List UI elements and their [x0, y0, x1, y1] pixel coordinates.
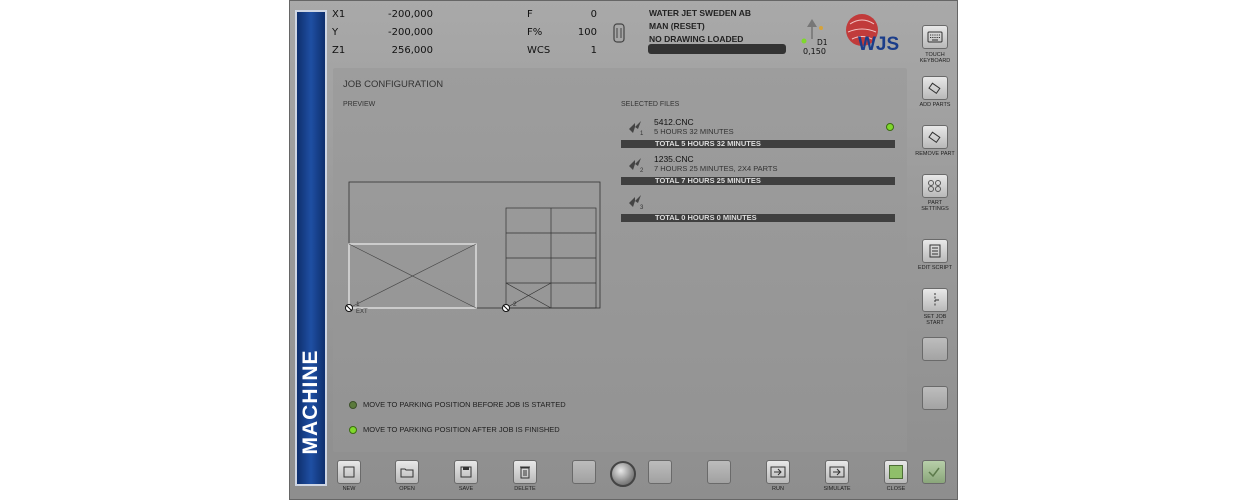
wcs-label: WCS — [527, 45, 551, 56]
feed-label: F — [527, 9, 533, 20]
bottom-blank-button-2[interactable] — [648, 460, 672, 484]
wcs-value: 1 — [590, 45, 597, 56]
park-before-led[interactable] — [349, 401, 357, 409]
status-mode: MAN (RESET) — [649, 21, 705, 31]
remove-part-button[interactable] — [922, 125, 948, 149]
axis-y-value: -200,000 — [388, 27, 433, 38]
job-configuration-panel: JOB CONFIGURATION PREVIEW SELECTED FILES — [333, 68, 907, 452]
status-file-icon — [613, 23, 625, 43]
status-progress-bar — [648, 44, 786, 54]
right-blank-button-2[interactable] — [922, 386, 948, 410]
file-1-total: TOTAL 5 HOURS 32 MINUTES — [621, 140, 895, 148]
edit-script-button[interactable] — [922, 239, 948, 263]
file-1-index: 1 — [640, 131, 644, 137]
run-button[interactable] — [766, 460, 790, 484]
set-job-start-label-2: START — [926, 320, 944, 326]
park-after-led[interactable] — [349, 426, 357, 434]
close-button[interactable] — [884, 460, 908, 484]
part-settings-button[interactable] — [922, 174, 948, 198]
edit-script-label: EDIT SCRIPT — [917, 265, 953, 271]
origin-2-number: 2 — [513, 301, 517, 308]
confirm-button[interactable] — [922, 460, 946, 484]
touch-keyboard-label-2: KEYBOARD — [919, 58, 951, 64]
part-settings-icon — [928, 180, 941, 192]
remove-part-label: REMOVE PART — [915, 151, 955, 157]
run-arrow-icon — [770, 466, 786, 478]
axis-z1-value: 256,000 — [391, 45, 433, 56]
save-icon — [460, 466, 472, 478]
origin-1-ext: EXT — [356, 309, 368, 315]
wjs-logo: WJS — [846, 14, 899, 55]
file-2-info: 7 HOURS 25 MINUTES, 2X4 PARTS — [654, 164, 778, 173]
keyboard-icon — [927, 31, 943, 43]
sidebar-machine-tab[interactable]: MACHINE — [295, 10, 327, 486]
file-1-info: 5 HOURS 32 MINUTES — [654, 127, 734, 136]
simulate-arrow-icon — [829, 466, 845, 478]
axis-x1-label: X1 — [332, 9, 346, 20]
set-job-start-button[interactable] — [922, 288, 948, 312]
add-parts-label: ADD PARTS — [919, 102, 951, 108]
file-2-total: TOTAL 7 HOURS 25 MINUTES — [621, 177, 895, 185]
status-drawing: NO DRAWING LOADED — [649, 34, 744, 44]
file-3-index: 3 — [640, 205, 644, 211]
file-slot-3[interactable]: 3 TOTAL 0 HOURS 0 MINUTES — [621, 191, 896, 223]
selected-files-label: SELECTED FILES — [621, 101, 680, 108]
save-button[interactable] — [454, 460, 478, 484]
new-icon — [343, 466, 355, 478]
check-icon — [928, 467, 940, 478]
preview-label: PREVIEW — [343, 101, 376, 108]
folder-open-icon — [400, 468, 414, 478]
delete-button[interactable] — [513, 460, 537, 484]
trash-icon — [520, 466, 530, 479]
file-slot-1[interactable]: 1 5412.CNC 5 HOURS 32 MINUTES TOTAL 5 HO… — [621, 117, 896, 149]
logo-text: WJS — [858, 34, 899, 55]
origin-1-number: 1 — [356, 301, 360, 308]
feed-percent-value: 100 — [577, 27, 597, 38]
file-1-active-led — [886, 123, 894, 131]
file-slot-2[interactable]: 2 1235.CNC 7 HOURS 25 MINUTES, 2X4 PARTS… — [621, 154, 896, 186]
page-title: JOB CONFIGURATION — [343, 79, 444, 90]
close-label: CLOSE — [886, 486, 906, 492]
park-after-option[interactable]: MOVE TO PARKING POSITION AFTER JOB IS FI… — [363, 425, 560, 434]
axis-y-label: Y — [332, 27, 339, 38]
right-blank-button-1[interactable] — [922, 337, 948, 361]
head-name: D1 — [817, 38, 828, 47]
script-icon — [929, 244, 941, 258]
new-button[interactable] — [337, 460, 361, 484]
add-part-icon — [928, 82, 941, 95]
delete-label: DELETE — [514, 486, 536, 492]
file-2-index: 2 — [640, 168, 644, 174]
file-3-total: TOTAL 0 HOURS 0 MINUTES — [621, 214, 895, 222]
open-label: OPEN — [399, 486, 415, 492]
close-icon — [889, 465, 903, 479]
add-parts-button[interactable] — [922, 76, 948, 100]
simulate-label: SIMULATE — [823, 486, 851, 492]
file-2-name: 1235.CNC — [654, 154, 694, 164]
new-label: NEW — [342, 486, 356, 492]
save-label: SAVE — [458, 486, 474, 492]
status-company: WATER JET SWEDEN AB — [649, 8, 752, 18]
remove-part-icon — [928, 131, 941, 144]
simulate-button[interactable] — [825, 460, 849, 484]
bottom-blank-button-1[interactable] — [572, 460, 596, 484]
head-value: 0,150 — [803, 47, 826, 56]
run-label: RUN — [772, 486, 784, 492]
job-start-icon — [934, 293, 939, 307]
job-preview-canvas — [345, 181, 601, 312]
touch-keyboard-button[interactable] — [922, 25, 948, 49]
park-before-option[interactable]: MOVE TO PARKING POSITION BEFORE JOB IS S… — [363, 400, 566, 409]
sidebar-label: MACHINE — [299, 349, 322, 455]
file-1-name: 5412.CNC — [654, 117, 694, 127]
axis-z1-label: Z1 — [332, 45, 346, 56]
part-settings-label-2: SETTINGS — [921, 206, 949, 212]
main-window: MACHINE X1 -200,000 Y -200,000 Z1 256,00… — [289, 0, 958, 500]
feed-percent-label: F% — [527, 27, 543, 38]
open-button[interactable] — [395, 460, 419, 484]
bottom-blank-button-3[interactable] — [707, 460, 731, 484]
feed-value: 0 — [590, 9, 597, 20]
axis-x1-value: -200,000 — [388, 9, 433, 20]
jog-knob[interactable] — [610, 461, 636, 487]
